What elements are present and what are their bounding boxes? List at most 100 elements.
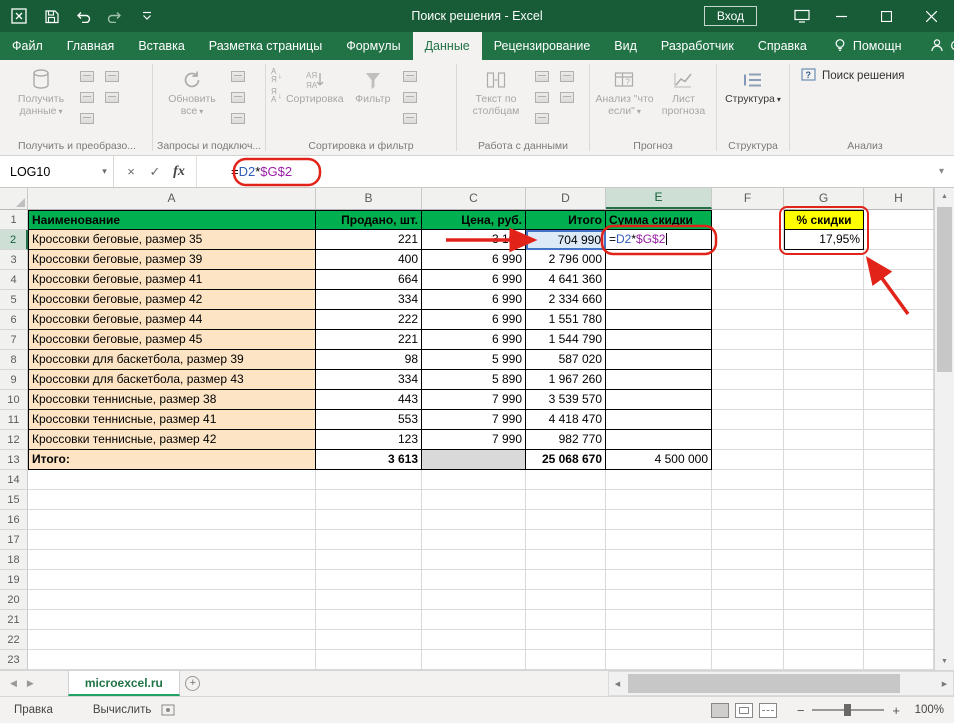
row-header-3[interactable]: 3 bbox=[0, 250, 28, 270]
cell-A7[interactable]: Кроссовки беговые, размер 45 bbox=[28, 330, 316, 350]
sign-in-button[interactable]: Вход bbox=[704, 6, 757, 26]
cell-C3[interactable]: 6 990 bbox=[422, 250, 526, 270]
row-header-1[interactable]: 1 bbox=[0, 210, 28, 230]
cell-D9[interactable]: 1 967 260 bbox=[526, 370, 606, 390]
cell-F4[interactable] bbox=[712, 270, 784, 290]
row-header-20[interactable]: 20 bbox=[0, 590, 28, 610]
cell-D3[interactable]: 2 796 000 bbox=[526, 250, 606, 270]
redo-icon[interactable] bbox=[106, 7, 124, 25]
cell-B16[interactable] bbox=[316, 510, 422, 530]
row-header-23[interactable]: 23 bbox=[0, 650, 28, 670]
cancel-entry-icon[interactable]: × bbox=[120, 161, 142, 183]
cell-E8[interactable] bbox=[606, 350, 712, 370]
cell-F10[interactable] bbox=[712, 390, 784, 410]
get-data-button[interactable]: Получить данные▾ bbox=[7, 63, 75, 118]
cell-E6[interactable] bbox=[606, 310, 712, 330]
cell-B22[interactable] bbox=[316, 630, 422, 650]
cell-G21[interactable] bbox=[784, 610, 864, 630]
name-box[interactable]: LOG10 bbox=[0, 156, 96, 187]
excel-app-icon[interactable] bbox=[10, 7, 28, 25]
cell-H21[interactable] bbox=[864, 610, 934, 630]
row-header-7[interactable]: 7 bbox=[0, 330, 28, 350]
cell-E4[interactable] bbox=[606, 270, 712, 290]
cell-D12[interactable]: 982 770 bbox=[526, 430, 606, 450]
sort-za-icon[interactable]: ЯА↓ bbox=[271, 88, 282, 104]
cell-H5[interactable] bbox=[864, 290, 934, 310]
cell-H11[interactable] bbox=[864, 410, 934, 430]
cell-A11[interactable]: Кроссовки теннисные, размер 41 bbox=[28, 410, 316, 430]
column-header-A[interactable]: A bbox=[28, 188, 316, 209]
cell-B12[interactable]: 123 bbox=[316, 430, 422, 450]
cell-A12[interactable]: Кроссовки теннисные, размер 42 bbox=[28, 430, 316, 450]
vertical-scroll-track[interactable] bbox=[935, 205, 954, 653]
cell-E22[interactable] bbox=[606, 630, 712, 650]
cell-B2[interactable]: 221 bbox=[316, 230, 422, 250]
cell-G2[interactable]: 17,95% bbox=[784, 230, 864, 250]
cell-B21[interactable] bbox=[316, 610, 422, 630]
cell-H17[interactable] bbox=[864, 530, 934, 550]
clear-filter-icon[interactable] bbox=[400, 68, 420, 85]
save-icon[interactable] bbox=[42, 7, 60, 25]
cell-D10[interactable]: 3 539 570 bbox=[526, 390, 606, 410]
horizontal-scroll-track[interactable] bbox=[626, 672, 936, 695]
formula-bar-expand-icon[interactable]: ▾ bbox=[939, 156, 954, 187]
next-sheet-icon[interactable]: ▶ bbox=[27, 678, 34, 689]
cell-D5[interactable]: 2 334 660 bbox=[526, 290, 606, 310]
macro-record-icon[interactable] bbox=[161, 704, 175, 716]
cell-H3[interactable] bbox=[864, 250, 934, 270]
refresh-all-button[interactable]: Обновить все▾ bbox=[158, 63, 226, 118]
cell-D15[interactable] bbox=[526, 490, 606, 510]
cell-C16[interactable] bbox=[422, 510, 526, 530]
cell-A2[interactable]: Кроссовки беговые, размер 35 bbox=[28, 230, 316, 250]
cell-C21[interactable] bbox=[422, 610, 526, 630]
view-page-layout-icon[interactable] bbox=[735, 703, 753, 718]
consolidate-icon[interactable] bbox=[557, 89, 577, 106]
filter-button[interactable]: Фильтр bbox=[348, 63, 398, 105]
cell-D14[interactable] bbox=[526, 470, 606, 490]
vertical-scrollbar[interactable]: ▲ ▼ bbox=[934, 188, 954, 670]
column-header-C[interactable]: C bbox=[422, 188, 526, 209]
cell-E20[interactable] bbox=[606, 590, 712, 610]
tab-formulas[interactable]: Формулы bbox=[334, 32, 412, 60]
recent-sources-icon[interactable] bbox=[102, 89, 122, 106]
forecast-sheet-button[interactable]: Лист прогноза bbox=[656, 63, 711, 117]
cell-A16[interactable] bbox=[28, 510, 316, 530]
tab-help[interactable]: Справка bbox=[746, 32, 819, 60]
cell-F11[interactable] bbox=[712, 410, 784, 430]
horizontal-scroll-thumb[interactable] bbox=[628, 674, 900, 693]
cell-G14[interactable] bbox=[784, 470, 864, 490]
cell-F6[interactable] bbox=[712, 310, 784, 330]
row-header-21[interactable]: 21 bbox=[0, 610, 28, 630]
row-header-12[interactable]: 12 bbox=[0, 430, 28, 450]
insert-function-icon[interactable]: fx bbox=[168, 161, 190, 183]
data-validation-icon[interactable] bbox=[557, 68, 577, 85]
cell-E16[interactable] bbox=[606, 510, 712, 530]
cell-G17[interactable] bbox=[784, 530, 864, 550]
cell-A18[interactable] bbox=[28, 550, 316, 570]
cell-G22[interactable] bbox=[784, 630, 864, 650]
confirm-entry-icon[interactable]: ✓ bbox=[144, 161, 166, 183]
relationships-icon[interactable] bbox=[532, 110, 552, 127]
cell-G8[interactable] bbox=[784, 350, 864, 370]
column-header-E[interactable]: E bbox=[606, 188, 712, 209]
scroll-down-icon[interactable]: ▼ bbox=[935, 653, 954, 670]
scroll-right-icon[interactable]: ▶ bbox=[936, 672, 953, 695]
cell-B15[interactable] bbox=[316, 490, 422, 510]
cell-G15[interactable] bbox=[784, 490, 864, 510]
row-header-14[interactable]: 14 bbox=[0, 470, 28, 490]
cell-F2[interactable] bbox=[712, 230, 784, 250]
horizontal-scrollbar[interactable]: ◀ ▶ bbox=[608, 671, 954, 696]
row-header-4[interactable]: 4 bbox=[0, 270, 28, 290]
column-header-H[interactable]: H bbox=[864, 188, 934, 209]
cell-H19[interactable] bbox=[864, 570, 934, 590]
maximize-button[interactable] bbox=[864, 0, 909, 32]
zoom-out-icon[interactable]: − bbox=[797, 703, 805, 718]
cell-E1[interactable]: Сумма скидки bbox=[606, 210, 712, 230]
cell-C8[interactable]: 5 990 bbox=[422, 350, 526, 370]
formula-text[interactable]: =D2*$G$2 bbox=[197, 156, 292, 187]
cell-B7[interactable]: 221 bbox=[316, 330, 422, 350]
cell-D11[interactable]: 4 418 470 bbox=[526, 410, 606, 430]
cell-G18[interactable] bbox=[784, 550, 864, 570]
cell-D8[interactable]: 587 020 bbox=[526, 350, 606, 370]
sort-button[interactable]: АЯЯА Сортировка bbox=[284, 63, 346, 105]
